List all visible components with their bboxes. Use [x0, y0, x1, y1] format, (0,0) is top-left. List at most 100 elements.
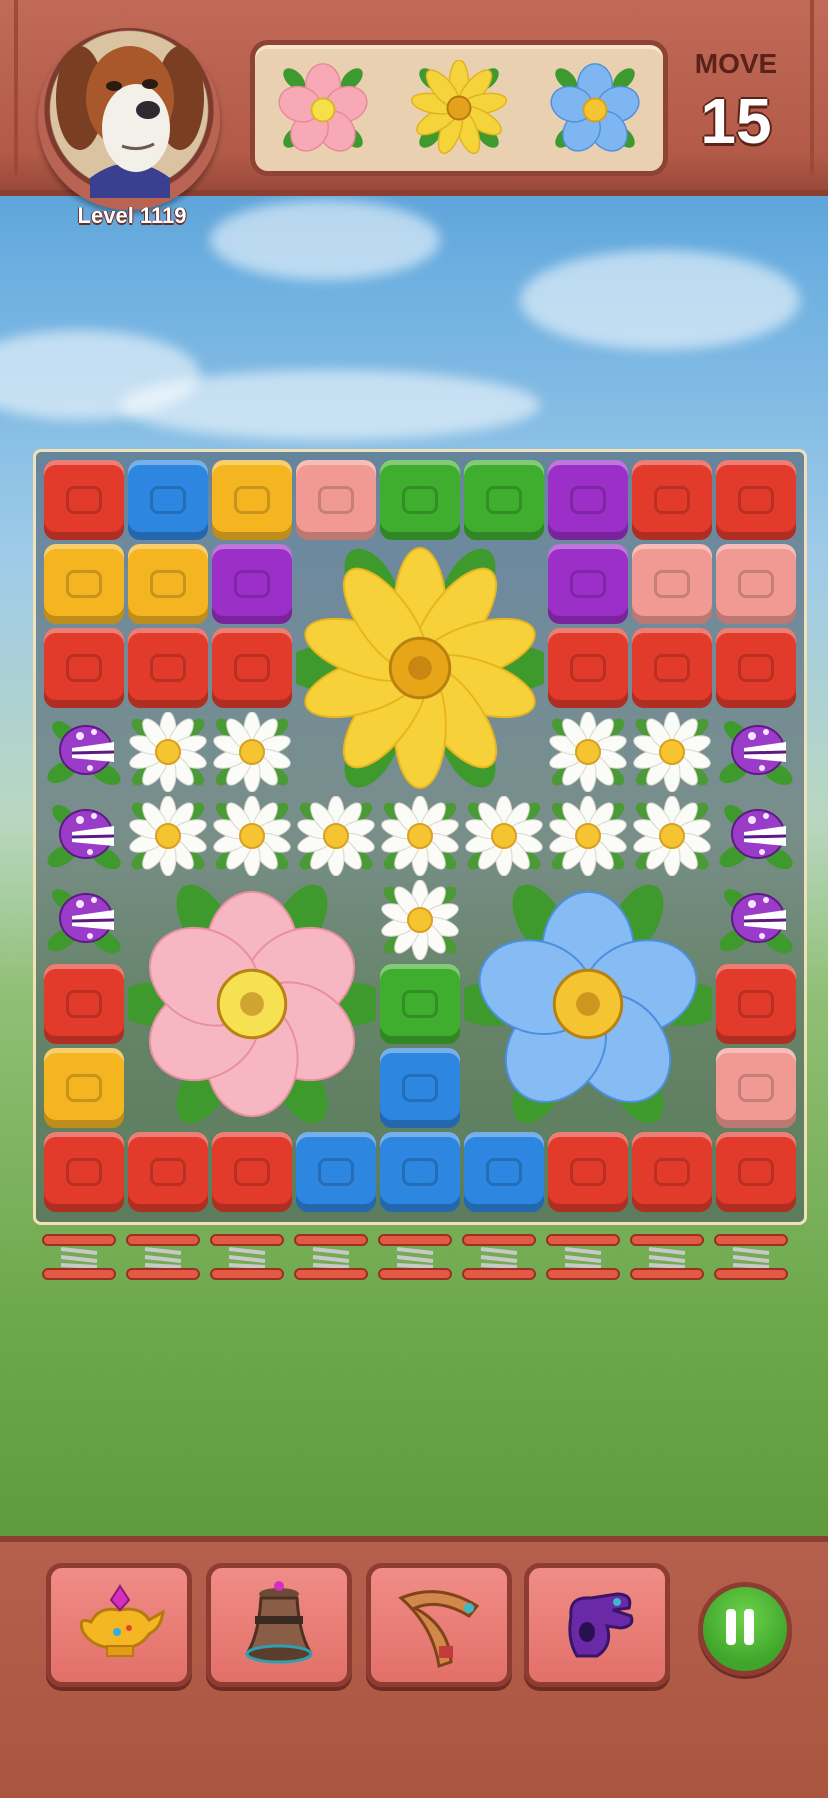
red-block[interactable]: [716, 1132, 796, 1212]
green-block[interactable]: [464, 460, 544, 540]
daisy-flower-tile[interactable]: [296, 795, 376, 877]
block-arrow-mark: [402, 1158, 438, 1186]
red-block[interactable]: [632, 460, 712, 540]
block-arrow-mark: [570, 1158, 606, 1186]
red-block[interactable]: [128, 1132, 208, 1212]
yellow-block[interactable]: [128, 544, 208, 624]
booster-magic-lamp[interactable]: [46, 1563, 192, 1687]
cloud: [120, 370, 540, 440]
cloud: [210, 200, 440, 280]
daisy-flower-tile[interactable]: [380, 879, 460, 961]
green-block[interactable]: [380, 964, 460, 1044]
chomper-plant-tile[interactable]: [44, 712, 124, 792]
daisy-flower-tile[interactable]: [212, 711, 292, 793]
red-block[interactable]: [44, 460, 124, 540]
block-arrow-mark: [570, 486, 606, 514]
red-block[interactable]: [548, 628, 628, 708]
daisy-flower-tile[interactable]: [128, 795, 208, 877]
block-arrow-mark: [570, 654, 606, 682]
bell-icon: [245, 1581, 313, 1664]
booster-boomerang[interactable]: [366, 1563, 512, 1687]
blue-block[interactable]: [128, 460, 208, 540]
booster-bell[interactable]: [206, 1563, 352, 1687]
red-block[interactable]: [716, 964, 796, 1044]
move-label: MOVE: [694, 48, 778, 79]
spring-icon: [125, 1233, 201, 1281]
chomper-plant-tile[interactable]: [44, 796, 124, 876]
green-block[interactable]: [380, 460, 460, 540]
block-arrow-mark: [738, 570, 774, 598]
frame-rail: [810, 0, 814, 175]
daisy-flower-tile[interactable]: [128, 711, 208, 793]
block-arrow-mark: [150, 1158, 186, 1186]
red-block[interactable]: [632, 628, 712, 708]
block-arrow-mark: [66, 1074, 102, 1102]
red-block[interactable]: [128, 628, 208, 708]
big-blue-flower[interactable]: [452, 880, 724, 1128]
pause-button[interactable]: [698, 1582, 792, 1676]
purple-block[interactable]: [212, 544, 292, 624]
glove-icon: [568, 1592, 634, 1658]
daisy-flower-tile[interactable]: [212, 795, 292, 877]
yellow-block[interactable]: [44, 544, 124, 624]
chomper-plant-tile[interactable]: [716, 712, 796, 792]
dog-avatar-icon: [56, 46, 204, 198]
chomper-plant-tile[interactable]: [44, 880, 124, 960]
spring-icon: [713, 1233, 789, 1281]
red-block[interactable]: [548, 1132, 628, 1212]
block-arrow-mark: [318, 486, 354, 514]
pink-block[interactable]: [716, 1048, 796, 1128]
block-arrow-mark: [402, 990, 438, 1018]
block-arrow-mark: [66, 570, 102, 598]
red-block[interactable]: [44, 1132, 124, 1212]
yellow-block[interactable]: [44, 1048, 124, 1128]
block-arrow-mark: [234, 654, 270, 682]
pink-block[interactable]: [716, 544, 796, 624]
blue-block[interactable]: [380, 1132, 460, 1212]
pause-icon: [744, 1609, 754, 1645]
block-arrow-mark: [234, 486, 270, 514]
pink-block[interactable]: [296, 460, 376, 540]
cloud: [520, 250, 800, 350]
level-label: Level 1119: [77, 203, 187, 228]
block-arrow-mark: [738, 1074, 774, 1102]
yellow-block[interactable]: [212, 460, 292, 540]
block-arrow-mark: [486, 486, 522, 514]
chomper-plant-tile[interactable]: [716, 880, 796, 960]
block-arrow-mark: [654, 570, 690, 598]
pink-block[interactable]: [632, 544, 712, 624]
red-block[interactable]: [212, 1132, 292, 1212]
spring-icon: [629, 1233, 705, 1281]
red-block[interactable]: [632, 1132, 712, 1212]
blue-block[interactable]: [296, 1132, 376, 1212]
yellow-flower-icon: [411, 60, 507, 155]
red-block[interactable]: [716, 628, 796, 708]
block-arrow-mark: [738, 990, 774, 1018]
blue-block[interactable]: [464, 1132, 544, 1212]
daisy-flower-tile[interactable]: [380, 795, 460, 877]
daisy-flower-tile[interactable]: [464, 795, 544, 877]
block-arrow-mark: [654, 486, 690, 514]
blue-block[interactable]: [380, 1048, 460, 1128]
blue-flower-icon: [550, 63, 640, 152]
block-arrow-mark: [66, 654, 102, 682]
red-block[interactable]: [716, 460, 796, 540]
big-pink-flower[interactable]: [116, 880, 388, 1128]
red-block[interactable]: [44, 964, 124, 1044]
big-yellow-flower[interactable]: [284, 544, 556, 792]
daisy-flower-tile[interactable]: [548, 795, 628, 877]
purple-block[interactable]: [548, 460, 628, 540]
block-arrow-mark: [150, 486, 186, 514]
booster-glove[interactable]: [524, 1563, 670, 1687]
block-arrow-mark: [738, 486, 774, 514]
spring-icon: [545, 1233, 621, 1281]
boomerang-icon: [398, 1590, 480, 1668]
daisy-flower-tile[interactable]: [632, 711, 712, 793]
daisy-flower-tile[interactable]: [548, 711, 628, 793]
red-block[interactable]: [44, 628, 124, 708]
daisy-flower-tile[interactable]: [632, 795, 712, 877]
chomper-plant-tile[interactable]: [716, 796, 796, 876]
red-block[interactable]: [212, 628, 292, 708]
purple-block[interactable]: [548, 544, 628, 624]
block-arrow-mark: [402, 486, 438, 514]
